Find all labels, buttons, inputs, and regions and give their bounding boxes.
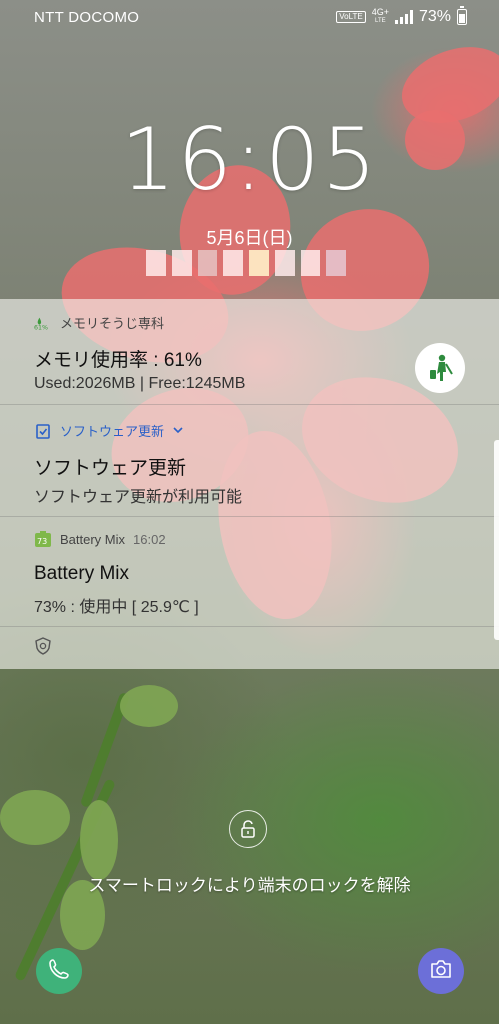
camera-icon (429, 958, 453, 985)
phone-shortcut-button[interactable] (36, 948, 82, 994)
notification-battery-mix[interactable]: 73 Battery Mix 16:02 Battery Mix 73% : 使… (0, 517, 499, 625)
cleaner-icon (415, 343, 465, 393)
battery-percentage: 73% (418, 8, 451, 25)
notification-security[interactable] (34, 637, 52, 660)
notification-app-name: メモリそうじ専科 (60, 316, 165, 331)
camera-shortcut-button[interactable] (418, 948, 464, 994)
network-label: 4G+ (371, 7, 389, 17)
notification-header: ソフトウェア更新 (34, 421, 184, 440)
notification-panel: 61% メモリそうじ専科 メモリ使用率 : 61% Used:2026MB | … (0, 299, 499, 669)
memory-app-icon: 61% (34, 315, 52, 331)
notification-body: Used:2026MB | Free:1245MB (34, 375, 246, 392)
shield-icon (34, 637, 52, 659)
notification-title: ソフトウェア更新 (34, 458, 187, 479)
notification-body: ソフトウェア更新が利用可能 (34, 489, 243, 506)
unlock-icon[interactable] (229, 810, 267, 848)
battery-mix-icon: 73 (34, 531, 52, 547)
smart-lock-hint: スマートロックにより端末のロックを解除 (88, 876, 411, 895)
lockscreen-clock: 16:05 (120, 110, 379, 210)
notification-software-update[interactable]: ソフトウェア更新 ソフトウェア更新 ソフトウェア更新が利用可能 (0, 405, 499, 515)
chevron-down-icon[interactable] (172, 423, 184, 438)
battery-icon (457, 6, 467, 25)
notification-memory-cleaner[interactable]: 61% メモリそうじ専科 メモリ使用率 : 61% Used:2026MB | … (0, 299, 499, 399)
notification-body: 73% : 使用中 [ 25.9℃ ] (34, 599, 199, 616)
lockscreen-date: 5月6日(日) (206, 228, 293, 248)
notification-time: 16:02 (133, 531, 166, 547)
network-sub-label: LTE (375, 18, 386, 24)
status-bar: NTT DOCOMO VoLTE 4G+ LTE 73% (0, 0, 499, 36)
svg-text:61%: 61% (34, 324, 48, 331)
status-icons: VoLTE 4G+ LTE 73% (336, 6, 467, 26)
carrier-name: NTT DOCOMO (34, 9, 140, 26)
update-icon (34, 423, 52, 439)
notification-app-name: ソフトウェア更新 (60, 424, 165, 439)
edge-panel-handle[interactable] (494, 440, 499, 640)
svg-text:73: 73 (37, 537, 47, 546)
notification-app-name: Battery Mix (60, 531, 126, 547)
notification-header: 61% メモリそうじ専科 (34, 313, 164, 332)
network-icon: 4G+ LTE (372, 8, 389, 26)
divider (0, 626, 499, 627)
signal-icon (394, 10, 413, 24)
redacted-info (146, 250, 346, 276)
notification-title: メモリ使用率 : 61% (34, 350, 202, 371)
phone-icon (47, 957, 71, 986)
volte-icon: VoLTE (336, 11, 366, 23)
notification-header: 73 Battery Mix 16:02 (34, 531, 166, 547)
notification-title: Battery Mix (34, 563, 130, 584)
